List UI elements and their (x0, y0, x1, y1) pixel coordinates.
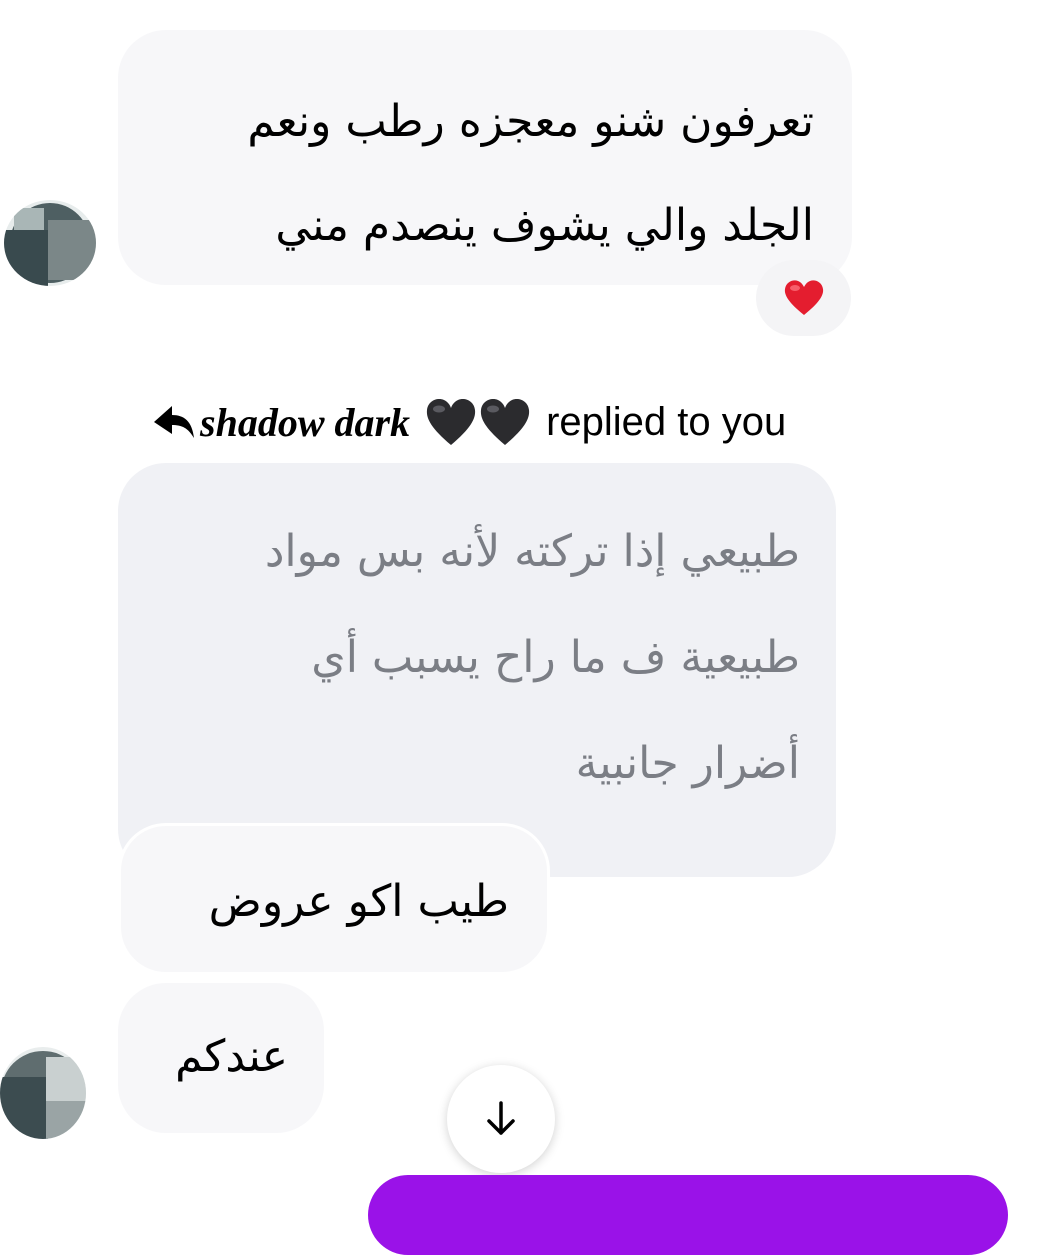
reaction-badge[interactable] (756, 260, 851, 336)
reply-sender-name: shadow dark (200, 399, 411, 445)
message-bubble[interactable]: عندكم (118, 983, 324, 1133)
avatar[interactable] (0, 1047, 86, 1139)
heart-icon (784, 280, 823, 315)
arrow-down-icon (487, 1101, 515, 1135)
quoted-line: طبيعي إذا تركته لأنه بس مواد (264, 526, 800, 577)
message-bubble[interactable]: تعرفون شنو معجزه رطب ونعم الجلد والي يشو… (118, 30, 852, 285)
black-heart-icon (426, 399, 476, 445)
message-line: تعرفون شنو معجزه رطب ونعم (247, 96, 814, 147)
quoted-message[interactable]: طبيعي إذا تركته لأنه بس مواد طبيعية ف ما… (118, 463, 836, 877)
quoted-line: طبيعية ف ما راح يسبب أي (311, 632, 800, 683)
message-text: طيب اكو عروض (208, 876, 509, 927)
reply-label: replied to you (546, 399, 787, 444)
quoted-line: أضرار جانبية (575, 738, 800, 789)
reply-header: shadow dark replied to you (152, 392, 786, 452)
hearts (424, 397, 532, 447)
message-line: الجلد والي يشوف ينصدم مني (275, 200, 814, 251)
scroll-to-bottom-button[interactable] (447, 1065, 555, 1173)
message-bubble[interactable]: طيب اكو عروض (118, 823, 550, 975)
black-heart-icon (480, 399, 530, 445)
message-text: عندكم (175, 1031, 288, 1082)
avatar[interactable] (4, 200, 96, 286)
message-composer[interactable] (368, 1175, 1008, 1255)
reply-arrow-icon (154, 406, 194, 438)
